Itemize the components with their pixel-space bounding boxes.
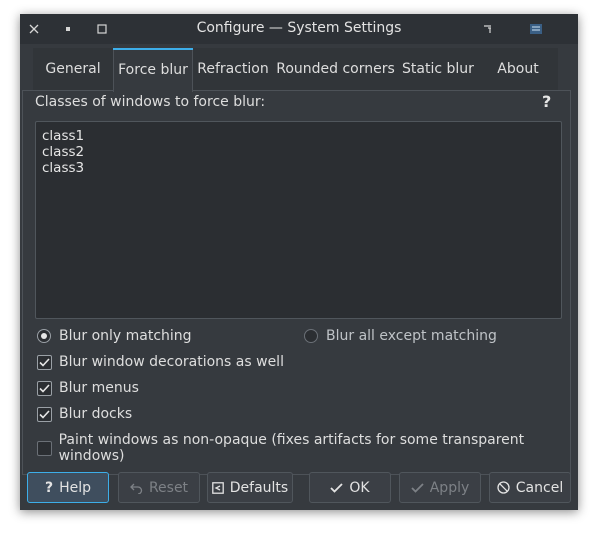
radio-label: Blur only matching xyxy=(59,328,192,344)
check-paint-non-opaque[interactable]: Paint windows as non-opaque (fixes artif… xyxy=(37,432,578,464)
help-button[interactable]: ? Help xyxy=(27,472,109,503)
whats-this-help-icon[interactable]: ? xyxy=(542,92,551,111)
classes-label: Classes of windows to force blur: xyxy=(35,94,266,110)
classes-textarea[interactable]: class1 class2 class3 xyxy=(35,121,562,319)
checkbox-label: Paint windows as non-opaque (fixes artif… xyxy=(58,432,525,464)
tab-about[interactable]: About xyxy=(478,48,558,90)
checkbox-checked[interactable] xyxy=(37,380,52,396)
reset-button[interactable]: Reset xyxy=(118,472,200,503)
help-button-label: Help xyxy=(59,479,92,496)
checkbox-unchecked[interactable] xyxy=(37,440,52,456)
app-menu-icon[interactable] xyxy=(524,14,548,44)
cancel-button[interactable]: Cancel xyxy=(489,472,571,503)
check-blur-menus[interactable]: Blur menus xyxy=(37,380,139,396)
defaults-button[interactable]: Defaults xyxy=(207,472,293,503)
defaults-button-label: Defaults xyxy=(229,479,289,496)
configure-window: Configure — System Settings General Forc… xyxy=(20,14,578,510)
defaults-icon xyxy=(211,481,224,494)
radio-button-checked[interactable] xyxy=(37,329,51,343)
tab-rounded-corners[interactable]: Rounded corners xyxy=(273,48,398,90)
class-line: class1 xyxy=(42,128,85,144)
checkbox-label: Blur docks xyxy=(59,406,133,422)
cancel-button-label: Cancel xyxy=(515,479,564,496)
cancel-icon xyxy=(497,481,510,494)
apply-button[interactable]: Apply xyxy=(399,472,481,503)
checkmark-icon xyxy=(330,482,344,493)
title-bar: Configure — System Settings xyxy=(20,14,578,44)
keep-above-icon[interactable] xyxy=(476,14,500,44)
checkmark-icon xyxy=(411,482,424,493)
ok-button-label: OK xyxy=(349,479,370,496)
class-line: class3 xyxy=(42,160,85,176)
apply-button-label: Apply xyxy=(429,479,470,496)
tab-general[interactable]: General xyxy=(33,48,113,90)
help-icon: ? xyxy=(44,479,54,496)
tab-static-blur[interactable]: Static blur xyxy=(398,48,478,90)
checkbox-checked[interactable] xyxy=(37,354,52,370)
checkbox-checked[interactable] xyxy=(37,406,52,422)
tab-bar: General Force blur Refraction Rounded co… xyxy=(33,48,558,92)
radio-label: Blur all except matching xyxy=(326,328,497,344)
checkbox-label: Blur menus xyxy=(59,380,139,396)
check-blur-decorations[interactable]: Blur window decorations as well xyxy=(37,354,284,370)
radio-button-unchecked[interactable] xyxy=(304,329,318,343)
check-blur-docks[interactable]: Blur docks xyxy=(37,406,132,422)
reset-button-label: Reset xyxy=(148,479,189,496)
class-line: class2 xyxy=(42,144,85,160)
radio-blur-all-except[interactable]: Blur all except matching xyxy=(304,328,497,344)
radio-blur-only-matching[interactable]: Blur only matching xyxy=(37,328,192,344)
tab-refraction[interactable]: Refraction xyxy=(193,48,273,90)
undo-icon xyxy=(130,482,143,494)
tab-force-blur[interactable]: Force blur xyxy=(113,48,193,92)
checkbox-label: Blur window decorations as well xyxy=(59,354,284,370)
ok-button[interactable]: OK xyxy=(309,472,391,503)
